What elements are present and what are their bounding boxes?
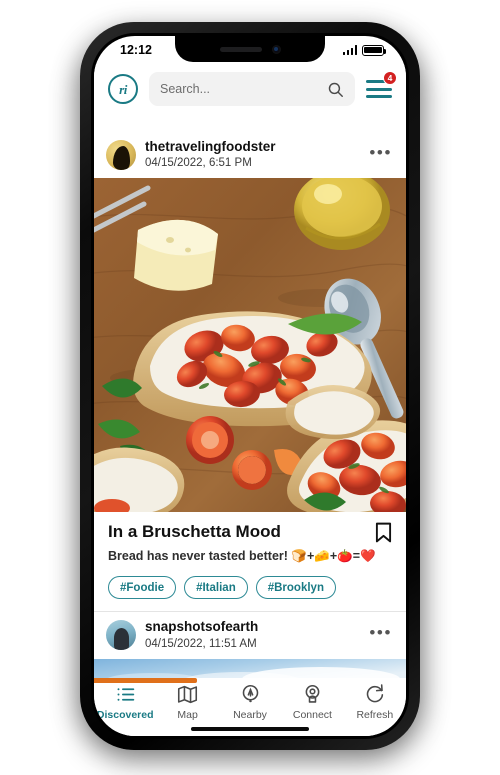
post-meta: thetravelingfoodster 04/15/2022, 6:51 PM <box>145 139 360 171</box>
tab-label: Refresh <box>356 709 394 721</box>
tab-discovered[interactable]: Discovered <box>94 684 156 721</box>
tab-label: Discovered <box>96 709 154 721</box>
list-icon <box>115 684 136 705</box>
tab-nearby[interactable]: Nearby <box>219 684 281 721</box>
tag-pill[interactable]: #Italian <box>184 576 248 600</box>
map-icon <box>177 684 198 705</box>
phone-bezel: 12:12 ri Search... 4 thetravelingfoodste… <box>91 33 409 739</box>
post-timestamp: 04/15/2022, 11:51 AM <box>145 637 257 650</box>
tab-connect[interactable]: Connect <box>281 684 343 721</box>
sky-clouds-photo <box>94 658 406 678</box>
loading-progress-fill <box>94 678 197 683</box>
phone-frame: 12:12 ri Search... 4 thetravelingfoodste… <box>80 22 420 750</box>
post-description: Bread has never tasted better! 🍞+🧀+🍅=❤️ <box>108 549 376 564</box>
post-header: snapshotsofearth 04/15/2022, 11:51 AM ••… <box>94 612 406 659</box>
post-more-options-button[interactable]: ••• <box>369 144 392 166</box>
post-meta: snapshotsofearth 04/15/2022, 11:51 AM <box>145 619 360 651</box>
post-username[interactable]: thetravelingfoodster <box>145 139 360 155</box>
phone-screen: 12:12 ri Search... 4 thetravelingfoodste… <box>94 36 406 736</box>
tab-refresh[interactable]: Refresh <box>344 684 406 721</box>
tab-label: Connect <box>292 709 332 721</box>
status-time: 12:12 <box>120 43 152 57</box>
app-header: ri Search... 4 <box>94 64 406 116</box>
search-input[interactable]: Search... <box>149 72 355 106</box>
post-more-options-button[interactable]: ••• <box>369 624 392 646</box>
post-body: In a Bruschetta Mood Bread has never tas… <box>94 512 406 612</box>
app-logo-icon[interactable]: ri <box>108 74 138 104</box>
post-timestamp: 04/15/2022, 6:51 PM <box>145 157 252 170</box>
tab-map[interactable]: Map <box>156 684 218 721</box>
status-indicators <box>342 44 387 56</box>
post-title-row: In a Bruschetta Mood <box>108 522 392 543</box>
home-indicator[interactable] <box>191 726 309 731</box>
status-bar: 12:12 <box>94 36 406 64</box>
loading-progress-bar <box>94 678 406 683</box>
search-placeholder: Search... <box>160 82 211 96</box>
tag-pill[interactable]: #Foodie <box>108 576 177 600</box>
connect-person-icon <box>302 684 323 705</box>
post-username[interactable]: snapshotsofearth <box>145 619 360 635</box>
bookmark-icon[interactable] <box>375 522 392 543</box>
post-tags: #Foodie #Italian #Brooklyn <box>108 576 392 600</box>
menu-badge-count: 4 <box>383 71 397 85</box>
post-title: In a Bruschetta Mood <box>108 522 281 542</box>
avatar-thetravelingfoodster[interactable] <box>106 140 136 171</box>
nearby-pin-icon <box>240 684 261 705</box>
tab-label: Map <box>177 709 198 721</box>
post-header: thetravelingfoodster 04/15/2022, 6:51 PM… <box>94 132 406 179</box>
hamburger-menu-icon[interactable]: 4 <box>366 71 397 102</box>
cellular-signal-icon <box>342 45 357 55</box>
post-photo-bruschetta[interactable] <box>94 178 406 513</box>
bruschetta-photo <box>94 178 406 513</box>
feed-post[interactable]: snapshotsofearth 04/15/2022, 11:51 AM ••… <box>94 612 406 678</box>
tab-label: Nearby <box>233 709 267 721</box>
avatar-snapshotsofearth[interactable] <box>106 620 136 651</box>
post-photo-sky[interactable] <box>94 658 406 678</box>
battery-full-icon <box>362 44 387 56</box>
search-icon[interactable] <box>327 81 344 98</box>
feed-post[interactable]: thetravelingfoodster 04/15/2022, 6:51 PM… <box>94 132 406 613</box>
app-logo-text: ri <box>119 81 127 97</box>
refresh-icon <box>364 684 385 705</box>
feed-list[interactable]: thetravelingfoodster 04/15/2022, 6:51 PM… <box>94 132 406 678</box>
tag-pill[interactable]: #Brooklyn <box>255 576 336 600</box>
